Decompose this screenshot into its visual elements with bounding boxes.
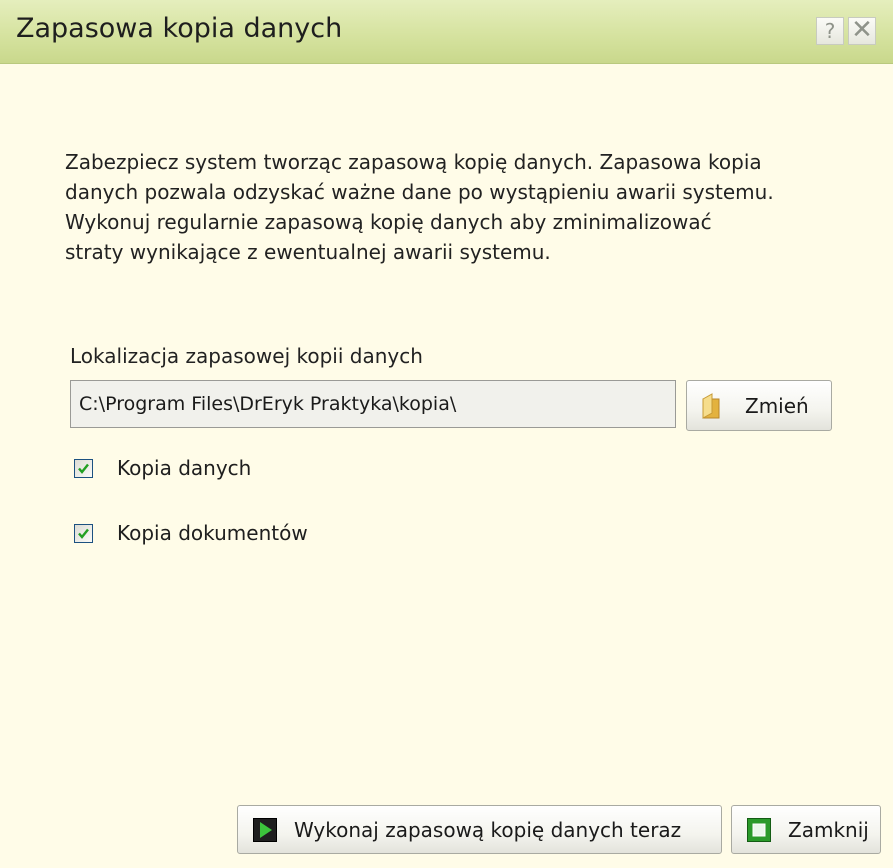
close-button[interactable]: Zamknij <box>731 805 881 854</box>
description-line: straty wynikające z ewentualnej awarii s… <box>65 240 551 264</box>
title-bar: Zapasowa kopia danych ? ✕ <box>0 0 893 64</box>
backup-now-button[interactable]: Wykonaj zapasową kopię danych teraz <box>237 805 722 854</box>
description-line: danych pozwala odzyskać ważne dane po wy… <box>65 180 774 204</box>
folder-icon <box>702 393 720 419</box>
window-title: Zapasowa kopia danych <box>16 13 343 44</box>
close-window-button[interactable]: ✕ <box>848 17 876 45</box>
backup-path-field[interactable] <box>70 380 676 428</box>
description-text: Zabezpiecz system tworząc zapasową kopię… <box>65 147 855 267</box>
help-button[interactable]: ? <box>816 17 844 45</box>
description-line: Zabezpiecz system tworząc zapasową kopię… <box>65 150 762 174</box>
play-icon <box>253 818 277 842</box>
kopia-danych-checkbox[interactable] <box>74 459 93 478</box>
option-kopia-danych[interactable]: Kopia danych <box>74 456 334 484</box>
kopia-dokumentow-checkbox[interactable] <box>74 524 93 543</box>
option-kopia-dokumentow[interactable]: Kopia dokumentów <box>74 521 374 549</box>
kopia-dokumentow-label: Kopia dokumentów <box>117 521 308 545</box>
dialog-body: Zabezpiecz system tworząc zapasową kopię… <box>0 64 893 868</box>
close-box-icon <box>747 818 771 842</box>
check-icon <box>78 528 89 539</box>
description-line: Wykonuj regularnie zapasową kopię danych… <box>65 210 712 234</box>
kopia-danych-label: Kopia danych <box>117 456 252 480</box>
location-label: Lokalizacja zapasowej kopii danych <box>70 344 423 368</box>
change-button-label: Zmień <box>745 394 809 418</box>
backup-now-label: Wykonaj zapasową kopię danych teraz <box>294 818 682 842</box>
check-icon <box>78 463 89 474</box>
change-location-button[interactable]: Zmień <box>686 380 832 431</box>
close-button-label: Zamknij <box>788 818 869 842</box>
